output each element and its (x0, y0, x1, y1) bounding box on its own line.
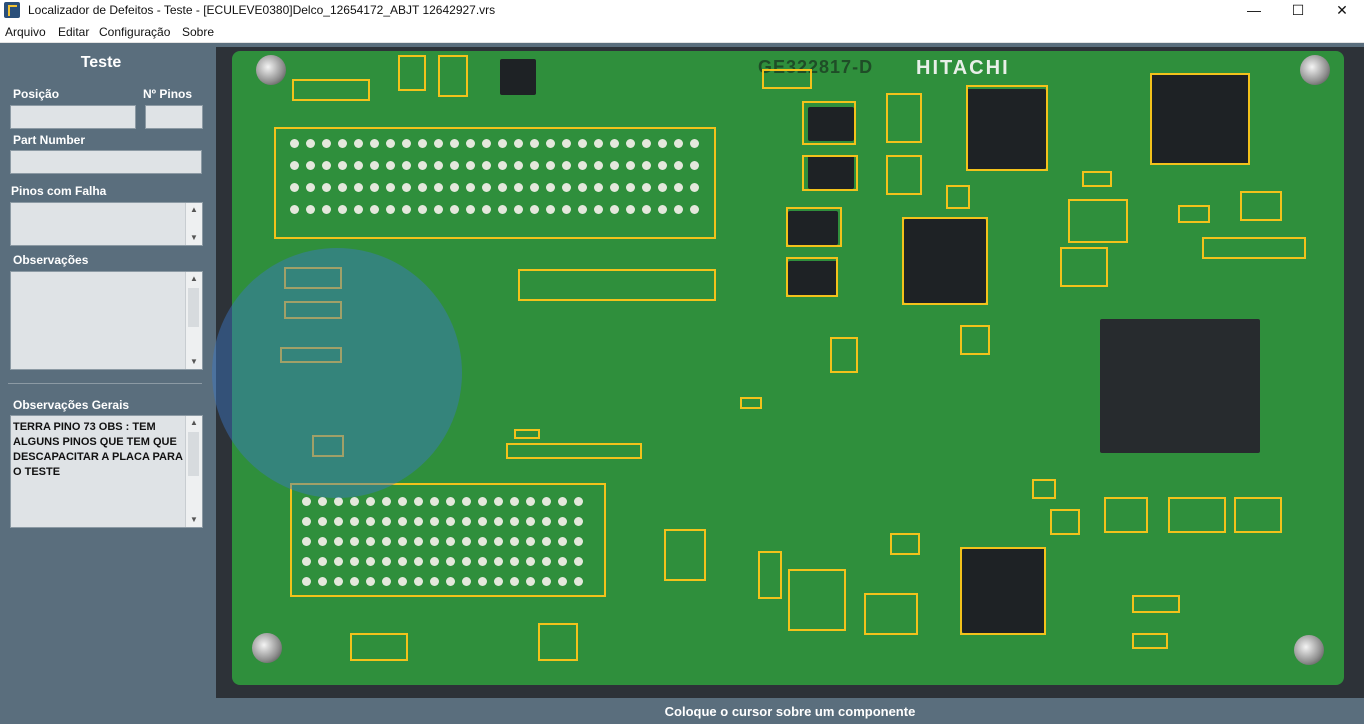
component-highlight[interactable] (788, 569, 846, 631)
scroll-thumb[interactable] (188, 432, 199, 477)
component-highlight[interactable] (864, 593, 918, 635)
connector-highlight[interactable] (274, 127, 716, 239)
component-highlight[interactable] (1082, 171, 1112, 187)
component-highlight[interactable] (886, 93, 922, 143)
posicao-field[interactable] (10, 105, 136, 129)
pinos-falha-field[interactable]: ▲ ▼ (10, 202, 203, 246)
component-highlight[interactable] (1178, 205, 1210, 223)
posicao-label: Posição (13, 87, 60, 101)
component-highlight[interactable] (740, 397, 762, 409)
observacoes-label: Observações (13, 253, 89, 267)
menu-bar: Arquivo Editar Configuração Sobre (0, 22, 1364, 43)
panel-title: Teste (80, 54, 122, 71)
component-highlight[interactable] (1068, 199, 1128, 243)
component-highlight[interactable] (438, 55, 468, 97)
component-highlight[interactable] (960, 325, 990, 355)
component-highlight[interactable] (802, 155, 858, 191)
npinos-label: Nº Pinos (143, 87, 193, 101)
component-highlight[interactable] (1032, 479, 1056, 499)
component-highlight[interactable] (538, 623, 578, 661)
component-highlight[interactable] (830, 337, 858, 373)
menu-configuracao[interactable]: Configuração (99, 25, 170, 39)
left-panel: Teste Posição Nº Pinos Part Number Pinos… (0, 43, 210, 724)
component-highlight[interactable] (966, 85, 1048, 171)
component-highlight[interactable] (1150, 73, 1250, 165)
component-highlight[interactable] (1202, 237, 1306, 259)
connector-highlight[interactable] (290, 483, 606, 597)
minimize-button[interactable]: — (1232, 0, 1276, 22)
scroll-down-icon[interactable]: ▼ (186, 513, 202, 527)
component-highlight[interactable] (786, 207, 842, 247)
scroll-down-icon[interactable]: ▼ (186, 231, 202, 245)
component-highlight[interactable] (1234, 497, 1282, 533)
menu-arquivo[interactable]: Arquivo (5, 25, 46, 39)
component-highlight[interactable] (664, 529, 706, 581)
component-highlight[interactable] (350, 633, 408, 661)
obs-gerais-label: Observações Gerais (13, 398, 130, 412)
component-highlight[interactable] (1168, 497, 1226, 533)
screw-icon (256, 55, 286, 85)
screw-icon (252, 633, 282, 663)
component-highlight[interactable] (786, 257, 838, 297)
close-button[interactable]: ✕ (1320, 0, 1364, 22)
resistor-array-highlight[interactable] (518, 269, 716, 301)
component-highlight[interactable] (886, 155, 922, 195)
scroll-up-icon[interactable]: ▲ (186, 416, 202, 430)
component-highlight[interactable] (758, 551, 782, 599)
component-highlight[interactable] (902, 217, 988, 305)
status-bar: Coloque o cursor sobre um componente (664, 704, 916, 719)
component-highlight[interactable] (802, 101, 856, 145)
screw-icon (1300, 55, 1330, 85)
scroll-up-icon[interactable]: ▲ (186, 272, 202, 286)
partnumber-label: Part Number (13, 133, 86, 147)
component-highlight[interactable] (1060, 247, 1108, 287)
component-highlight[interactable] (762, 69, 812, 89)
component-highlight[interactable] (1132, 633, 1168, 649)
app-icon (4, 2, 20, 18)
component-highlight[interactable] (1104, 497, 1148, 533)
scroll-up-icon[interactable]: ▲ (186, 203, 202, 217)
board-brand: HITACHI (916, 57, 1010, 79)
component-highlight[interactable] (946, 185, 970, 209)
obs-gerais-value: TERRA PINO 73 OBS : TEM ALGUNS PINOS QUE… (13, 421, 183, 478)
component-highlight[interactable] (1132, 595, 1180, 613)
pinos-falha-label: Pinos com Falha (11, 184, 107, 198)
npinos-field[interactable] (145, 105, 203, 129)
component-highlight[interactable] (890, 533, 920, 555)
component-highlight[interactable] (506, 443, 642, 459)
observacoes-scrollbar[interactable]: ▲ ▼ (185, 272, 202, 369)
mcu-chip (1100, 319, 1260, 453)
screw-icon (1294, 635, 1324, 665)
component-highlight[interactable] (960, 547, 1046, 635)
menu-editar[interactable]: Editar (58, 25, 89, 39)
menu-sobre[interactable]: Sobre (182, 25, 214, 39)
panel-divider (8, 383, 202, 384)
component-highlight[interactable] (398, 55, 426, 91)
component-highlight[interactable] (292, 79, 370, 101)
partnumber-field[interactable] (10, 150, 202, 174)
obs-gerais-scrollbar[interactable]: ▲ ▼ (185, 416, 202, 527)
window-title: Localizador de Defeitos - Teste - [ECULE… (28, 3, 496, 17)
observacoes-field[interactable]: ▲ ▼ (10, 271, 203, 370)
ic-chip (500, 59, 536, 95)
maximize-button[interactable]: ☐ (1276, 0, 1320, 22)
component-highlight[interactable] (1050, 509, 1080, 535)
component-highlight[interactable] (514, 429, 540, 439)
pinos-falha-scrollbar[interactable]: ▲ ▼ (185, 203, 202, 245)
scroll-down-icon[interactable]: ▼ (186, 355, 202, 369)
title-bar: Localizador de Defeitos - Teste - [ECULE… (0, 0, 1364, 22)
watermark-logo (212, 248, 462, 498)
component-highlight[interactable] (1240, 191, 1282, 221)
scroll-thumb[interactable] (188, 288, 199, 327)
